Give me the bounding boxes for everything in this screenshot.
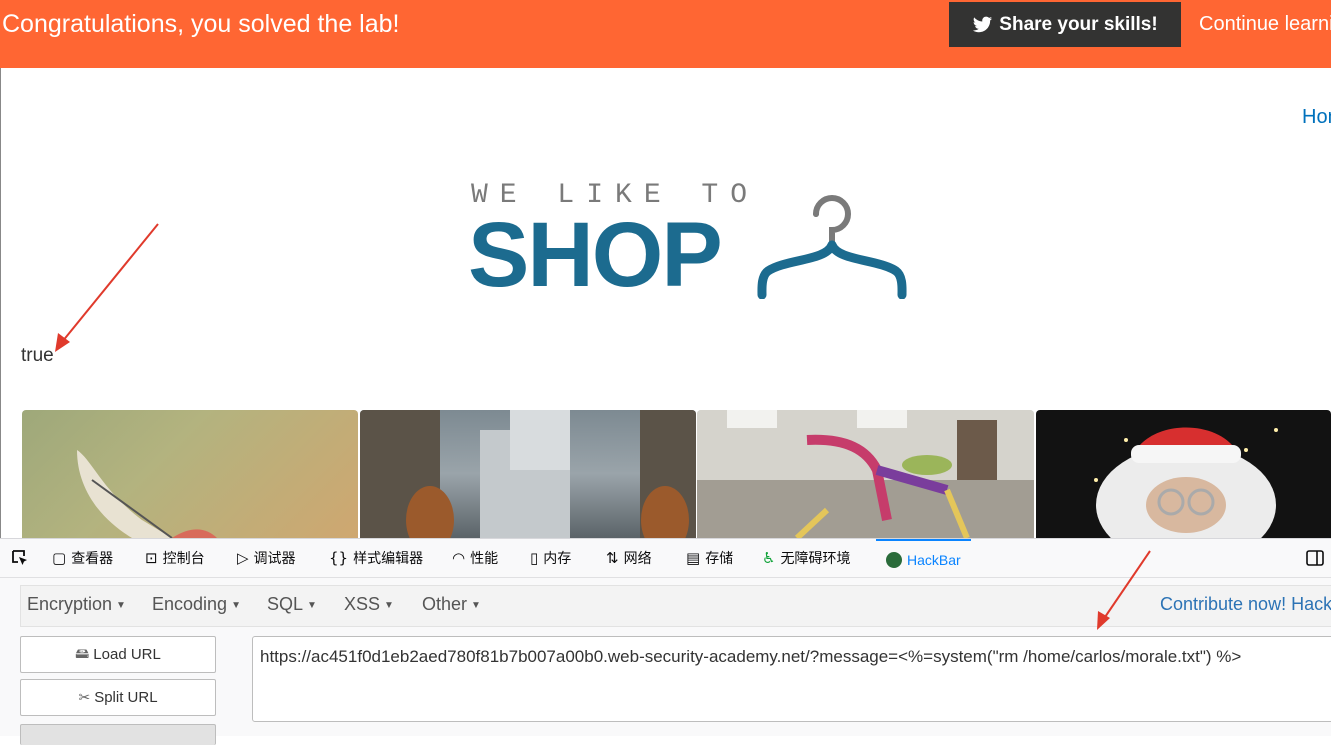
debugger-icon: ▷ xyxy=(237,549,249,567)
tab-network[interactable]: ⇅ 网络 xyxy=(606,539,652,577)
menu-label: Encoding xyxy=(152,594,228,614)
url-text: https://ac451f0d1eb2aed780f81b7b007a00b0… xyxy=(260,647,1242,666)
twitter-icon xyxy=(973,16,993,33)
tab-label: 控制台 xyxy=(162,550,205,566)
devtools-panel: ▢ 查看器 ⊡ 控制台 ▷ 调试器 {} 样式编辑器 ◠ 性能 ▯ 内存 ⇅ 网… xyxy=(0,538,1331,745)
devtools-toolbar: ▢ 查看器 ⊡ 控制台 ▷ 调试器 {} 样式编辑器 ◠ 性能 ▯ 内存 ⇅ 网… xyxy=(0,539,1331,578)
inspector-icon: ▢ xyxy=(52,549,67,567)
contribute-link[interactable]: Contribute now! HackB xyxy=(1160,594,1331,615)
caret-down-icon: ▼ xyxy=(307,599,317,611)
annotation-arrow-1 xyxy=(61,223,159,343)
menu-sql[interactable]: SQL ▼ xyxy=(267,594,317,615)
result-output-text: true xyxy=(21,345,54,366)
hanger-icon xyxy=(757,195,907,299)
accessibility-icon: ♿ xyxy=(762,549,776,567)
split-url-label: Split URL xyxy=(94,689,158,706)
tab-storage[interactable]: ▤ 存储 xyxy=(686,539,733,577)
page-border xyxy=(0,68,1,538)
network-icon: ⇅ xyxy=(606,549,619,567)
tab-memory[interactable]: ▯ 内存 xyxy=(530,539,571,577)
feet-over-city-image xyxy=(360,410,696,538)
menu-encryption[interactable]: Encryption ▼ xyxy=(27,594,126,615)
tab-label: 无障碍环境 xyxy=(780,550,851,566)
banner-title: Congratulations, you solved the lab! xyxy=(2,10,400,38)
tab-performance[interactable]: ◠ 性能 xyxy=(452,539,498,577)
menu-other[interactable]: Other ▼ xyxy=(422,594,481,615)
product-image-2[interactable] xyxy=(360,410,696,538)
tab-inspector[interactable]: ▢ 查看器 xyxy=(52,539,113,577)
split-url-button[interactable]: ✂ Split URL xyxy=(20,679,216,716)
annotation-arrowhead-1 xyxy=(55,333,70,352)
performance-icon: ◠ xyxy=(452,549,466,567)
menu-label: XSS xyxy=(344,594,381,614)
menu-encoding[interactable]: Encoding ▼ xyxy=(152,594,241,615)
tab-label: HackBar xyxy=(907,552,961,568)
tab-label: 调试器 xyxy=(253,550,296,566)
memory-icon: ▯ xyxy=(530,549,539,567)
shop-logo: WE LIKE TO SHOP xyxy=(460,175,920,305)
tab-label: 查看器 xyxy=(71,550,114,566)
hackbar-icon xyxy=(886,552,902,568)
knitted-bike-image xyxy=(697,410,1034,538)
home-link[interactable]: Hon xyxy=(1302,106,1331,129)
lab-solved-banner: Congratulations, you solved the lab! Sha… xyxy=(0,0,1331,68)
tab-debugger[interactable]: ▷ 调试器 xyxy=(237,539,296,577)
load-url-label: Load URL xyxy=(93,646,161,663)
url-textarea[interactable]: https://ac451f0d1eb2aed780f81b7b007a00b0… xyxy=(252,636,1331,722)
santa-with-lights-image xyxy=(1094,427,1278,538)
load-url-button[interactable]: 🖴 Load URL xyxy=(20,636,216,673)
tab-console[interactable]: ⊡ 控制台 xyxy=(145,539,205,577)
load-url-icon: 🖴 xyxy=(75,644,90,661)
tab-label: 存储 xyxy=(705,550,734,566)
console-icon: ⊡ xyxy=(145,549,158,567)
tab-label: 网络 xyxy=(623,550,652,566)
tab-label: 性能 xyxy=(470,550,499,566)
continue-learning-link[interactable]: Continue learni xyxy=(1199,13,1331,36)
caret-down-icon: ▼ xyxy=(116,599,126,611)
tab-label: 内存 xyxy=(543,550,572,566)
menu-label: Other xyxy=(422,594,468,614)
caret-down-icon: ▼ xyxy=(471,599,481,611)
hackbar-menu: Encryption ▼ Encoding ▼ SQL ▼ XSS ▼ Other ▼ C… xyxy=(20,585,1331,627)
element-picker-icon[interactable] xyxy=(10,548,30,568)
tab-accessibility[interactable]: ♿ 无障碍环境 xyxy=(762,539,850,577)
product-image-4[interactable] xyxy=(1036,410,1331,538)
product-image-3[interactable] xyxy=(697,410,1034,538)
tab-hackbar[interactable]: HackBar xyxy=(876,539,971,579)
style-editor-icon: {} xyxy=(329,549,349,567)
caret-down-icon: ▼ xyxy=(231,599,241,611)
storage-icon: ▤ xyxy=(686,549,701,567)
share-skills-label: Share your skills! xyxy=(999,13,1158,35)
menu-xss[interactable]: XSS ▼ xyxy=(344,594,394,615)
logo-wordmark: SHOP xyxy=(468,204,723,306)
tab-style-editor[interactable]: {} 样式编辑器 xyxy=(329,539,423,577)
smiling-creature-image xyxy=(77,450,217,538)
share-skills-button[interactable]: Share your skills! xyxy=(949,2,1181,47)
menu-label: SQL xyxy=(267,594,304,614)
caret-down-icon: ▼ xyxy=(384,599,394,611)
tab-label: 样式编辑器 xyxy=(353,550,424,566)
scissors-icon: ✂ xyxy=(78,689,91,705)
dock-side-icon[interactable] xyxy=(1305,548,1325,568)
product-image-1[interactable] xyxy=(22,410,358,538)
menu-label: Encryption xyxy=(27,594,113,614)
